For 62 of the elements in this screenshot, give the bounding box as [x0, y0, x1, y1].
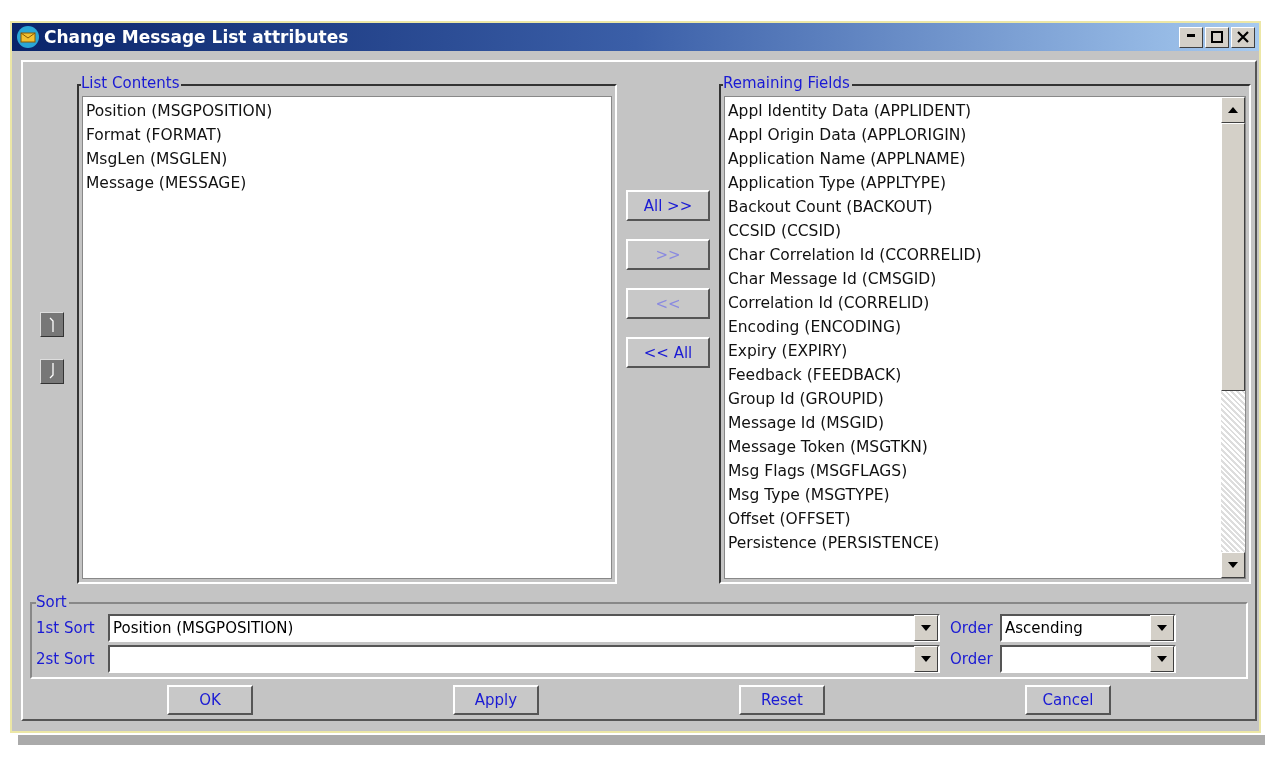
list-item[interactable]: Appl Identity Data (APPLIDENT)	[728, 99, 1218, 123]
window-title: Change Message List attributes	[44, 27, 350, 47]
sort-dropdown[interactable]: Position (MSGPOSITION)	[108, 614, 940, 642]
dropdown-button[interactable]	[1150, 646, 1174, 672]
list-item[interactable]: Backout Count (BACKOUT)	[728, 195, 1218, 219]
list-item[interactable]: Format (FORMAT)	[86, 123, 608, 147]
scroll-thumb[interactable]	[1221, 123, 1245, 391]
close-button[interactable]	[1231, 26, 1255, 48]
dialog-button[interactable]: Cancel	[1025, 685, 1111, 715]
dropdown-button[interactable]	[1150, 615, 1174, 641]
dialog-button[interactable]: Reset	[739, 685, 825, 715]
list-item[interactable]: Encoding (ENCODING)	[728, 315, 1218, 339]
down-arrow-icon	[921, 656, 931, 662]
dropdown-button[interactable]	[914, 646, 938, 672]
scroll-up-button[interactable]	[1221, 97, 1245, 123]
dropdown-button[interactable]	[914, 615, 938, 641]
list-item[interactable]: Correlation Id (CORRELID)	[728, 291, 1218, 315]
group-title: Remaining Fields	[723, 74, 852, 92]
list-item[interactable]: Message Token (MSGTKN)	[728, 435, 1218, 459]
list-item[interactable]: Message Id (MSGID)	[728, 411, 1218, 435]
sort-dropdown[interactable]	[108, 645, 940, 673]
maximize-icon	[1211, 31, 1223, 43]
list-item[interactable]: Persistence (PERSISTENCE)	[728, 531, 1218, 555]
list-item[interactable]: Application Name (APPLNAME)	[728, 147, 1218, 171]
dialog-button[interactable]: OK	[167, 685, 253, 715]
list-item[interactable]: Position (MSGPOSITION)	[86, 99, 608, 123]
sort-label: 1st Sort	[36, 619, 96, 637]
order-label: Order	[950, 650, 994, 668]
list-item[interactable]: MsgLen (MSGLEN)	[86, 147, 608, 171]
up-arrow-icon	[1228, 107, 1238, 113]
down-arrow-icon	[1157, 656, 1167, 662]
minimize-icon	[1187, 33, 1195, 37]
list-item[interactable]: CCSID (CCSID)	[728, 219, 1218, 243]
envelope-icon	[16, 25, 40, 49]
list-item[interactable]: Appl Origin Data (APPLORIGIN)	[728, 123, 1218, 147]
list-item[interactable]: Expiry (EXPIRY)	[728, 339, 1218, 363]
list-item[interactable]: Char Message Id (CMSGID)	[728, 267, 1218, 291]
minimize-button[interactable]	[1179, 26, 1203, 48]
list-item[interactable]: Application Type (APPLTYPE)	[728, 171, 1218, 195]
list-item[interactable]: Char Correlation Id (CCORRELID)	[728, 243, 1218, 267]
list-item[interactable]: Msg Flags (MSGFLAGS)	[728, 459, 1218, 483]
move-up-button[interactable]	[40, 312, 64, 337]
remove-button[interactable]: << All	[626, 337, 710, 368]
list-item[interactable]: Message (MESSAGE)	[86, 171, 608, 195]
list-item[interactable]: Feedback (FEEDBACK)	[728, 363, 1218, 387]
sort-label: 2st Sort	[36, 650, 96, 668]
scroll-down-button[interactable]	[1221, 552, 1245, 578]
order-dropdown[interactable]	[1000, 645, 1176, 673]
add-button[interactable]: All >>	[626, 190, 710, 221]
list-item[interactable]: Offset (OFFSET)	[728, 507, 1218, 531]
down-arrow-icon	[921, 625, 931, 631]
scroll-bar[interactable]	[1221, 97, 1245, 578]
order-dropdown[interactable]: Ascending	[1000, 614, 1176, 642]
down-arrow-icon	[1157, 625, 1167, 631]
close-icon	[1237, 31, 1249, 43]
order-label: Order	[950, 619, 994, 637]
move-down-button[interactable]	[40, 359, 64, 384]
dialog-button[interactable]: Apply	[453, 685, 539, 715]
list-item[interactable]: Group Id (GROUPID)	[728, 387, 1218, 411]
list-item[interactable]: Msg Type (MSGTYPE)	[728, 483, 1218, 507]
maximize-button[interactable]	[1205, 26, 1229, 48]
down-arrow-icon	[1228, 562, 1238, 568]
